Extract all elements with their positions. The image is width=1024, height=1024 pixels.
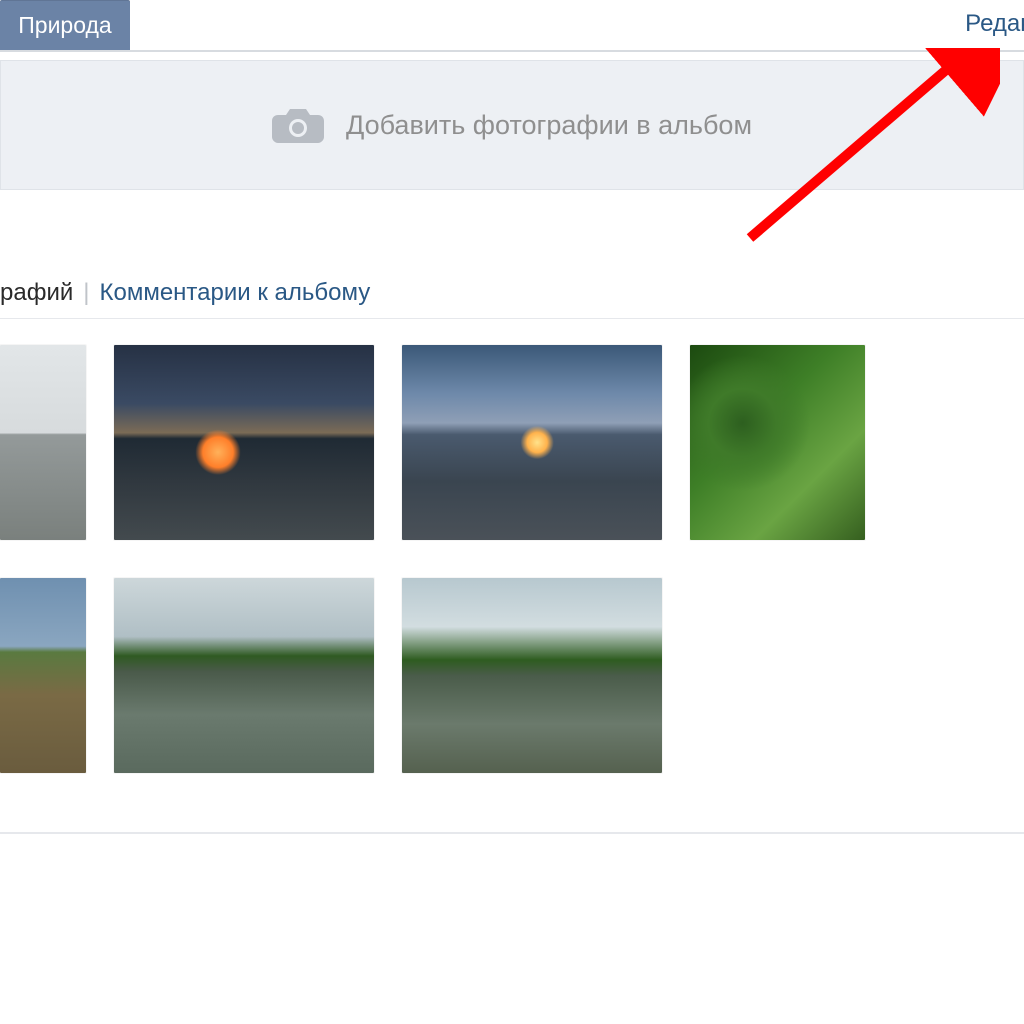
camera-icon [272, 105, 324, 145]
photo-thumbnail[interactable] [690, 345, 865, 540]
photo-thumbnail[interactable] [114, 345, 374, 540]
tab-underline [0, 50, 1024, 52]
album-comments-link[interactable]: Комментарии к альбому [100, 279, 371, 307]
subheader-separator: | [83, 279, 89, 307]
add-photos-button[interactable]: Добавить фотографии в альбом [0, 60, 1024, 190]
add-photos-label: Добавить фотографии в альбом [346, 110, 752, 141]
divider [0, 318, 1024, 319]
photos-tab[interactable]: рафий [0, 279, 73, 307]
photo-thumbnail[interactable] [0, 578, 86, 773]
photo-thumbnail[interactable] [114, 578, 374, 773]
album-subheader: рафий | Комментарии к альбому [0, 275, 370, 311]
photo-thumbnail[interactable] [0, 345, 86, 540]
photo-thumbnail[interactable] [402, 578, 662, 773]
edit-album-link[interactable]: Редакт [965, 10, 1024, 38]
album-tab-label: Природа [18, 12, 111, 38]
album-tab-active[interactable]: Природа [0, 0, 130, 50]
photo-thumbnail[interactable] [402, 345, 662, 540]
divider [0, 832, 1024, 834]
photo-row [0, 578, 662, 773]
photo-row [0, 345, 865, 540]
edit-album-label: Редакт [965, 10, 1024, 37]
